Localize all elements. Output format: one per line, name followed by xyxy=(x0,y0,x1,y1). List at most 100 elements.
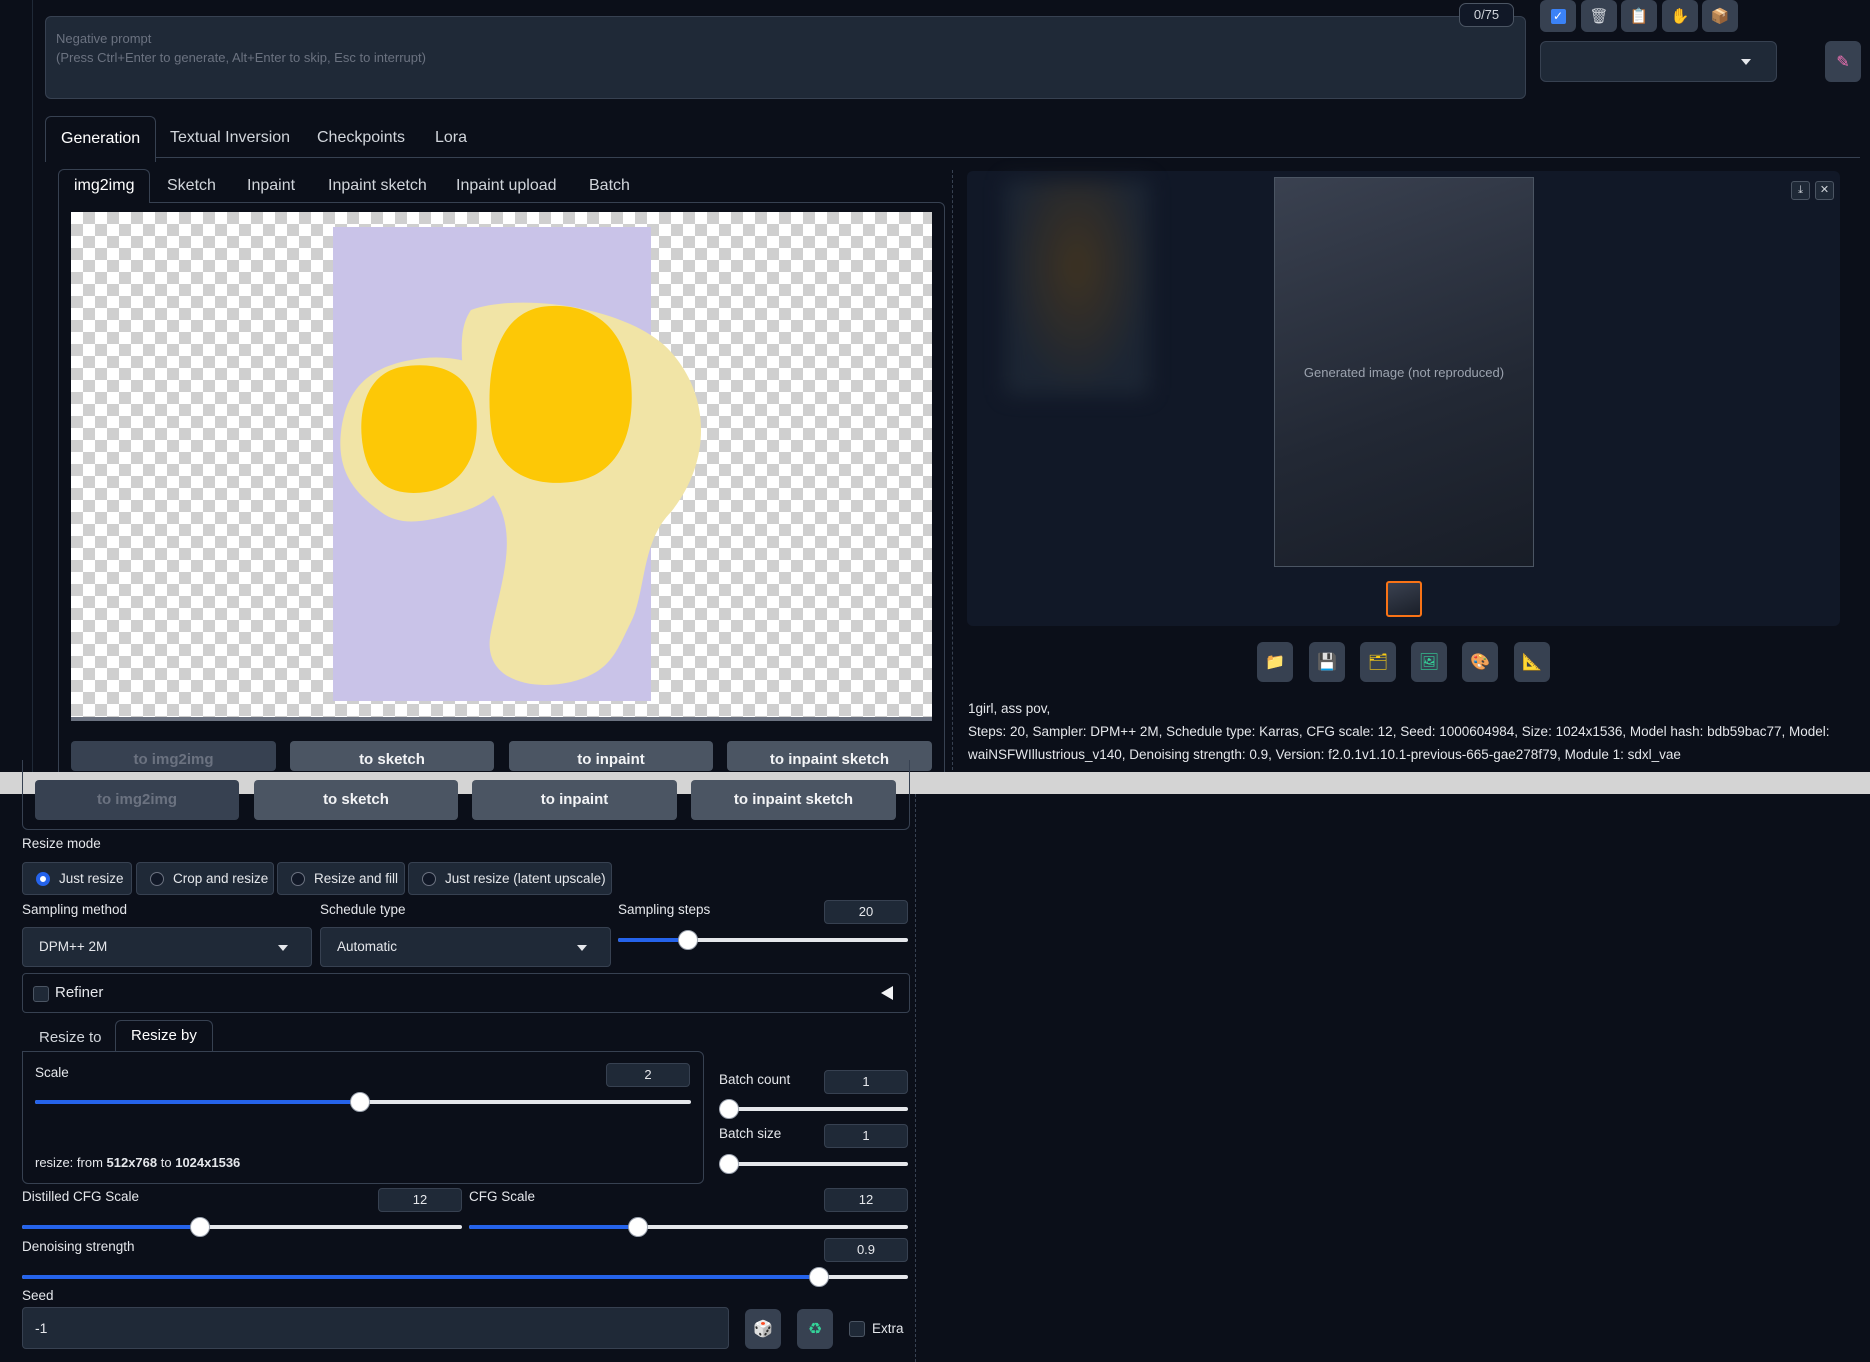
slider-thumb[interactable] xyxy=(349,1092,370,1112)
denoising-strength-input[interactable]: 0.9 xyxy=(824,1238,908,1262)
schedule-type-label: Schedule type xyxy=(320,902,406,917)
resize-mode-just-resize[interactable]: Just resize xyxy=(22,862,132,895)
tab-inpaint[interactable]: Inpaint xyxy=(247,177,295,195)
tab-inpaint-sketch[interactable]: Inpaint sketch xyxy=(328,177,427,195)
tab-sketch[interactable]: Sketch xyxy=(167,177,216,195)
close-button[interactable]: ✕ xyxy=(1815,181,1834,200)
clipboard-button[interactable]: 📋 xyxy=(1621,0,1657,32)
slider-thumb[interactable] xyxy=(809,1267,830,1287)
scale-label: Scale xyxy=(35,1065,69,1080)
radio-icon xyxy=(150,872,164,886)
refiner-label: Refiner xyxy=(55,984,104,1001)
image-icon: 🖼 xyxy=(1418,654,1440,671)
batch-count-slider[interactable] xyxy=(719,1099,908,1119)
negative-prompt-hint: (Press Ctrl+Enter to generate, Alt+Enter… xyxy=(56,50,426,65)
zip-button[interactable]: 🗂 xyxy=(1360,642,1396,682)
negative-prompt-input[interactable]: Negative prompt (Press Ctrl+Enter to gen… xyxy=(45,16,1526,99)
download-icon: ⤓ xyxy=(1798,184,1803,196)
tab-lora[interactable]: Lora xyxy=(435,129,467,147)
tab-generation[interactable]: Generation xyxy=(45,116,157,162)
hand-icon: ✋ xyxy=(1670,8,1690,25)
denoising-strength-slider[interactable] xyxy=(22,1267,908,1287)
dice-icon: 🎲 xyxy=(753,1321,773,1338)
sampling-method-value: DPM++ 2M xyxy=(39,939,108,954)
image-canvas[interactable] xyxy=(71,212,932,721)
slider-thumb[interactable] xyxy=(628,1217,648,1237)
folder-icon: 📁 xyxy=(1265,654,1285,671)
package-button[interactable]: 📦 xyxy=(1702,0,1738,32)
extra-seed-checkbox[interactable] xyxy=(849,1321,865,1337)
radio-label: Resize and fill xyxy=(314,871,399,886)
send-to-img2img-button-lower[interactable]: to img2img xyxy=(35,780,239,820)
gallery-background-preview xyxy=(1005,180,1149,395)
resize-mode-latent-upscale[interactable]: Just resize (latent upscale) xyxy=(408,862,612,895)
scale-input[interactable]: 2 xyxy=(606,1063,690,1087)
refiner-checkbox[interactable] xyxy=(33,986,49,1002)
extra-seed-label: Extra xyxy=(872,1321,904,1336)
distilled-cfg-input[interactable]: 12 xyxy=(378,1188,462,1212)
slider-thumb[interactable] xyxy=(677,930,698,950)
edit-styles-button[interactable]: ✎ xyxy=(1825,41,1861,82)
save-button[interactable]: 💾 xyxy=(1309,642,1345,682)
sampling-steps-input[interactable]: 20 xyxy=(824,900,908,924)
sampling-method-dropdown[interactable]: DPM++ 2M xyxy=(22,927,312,967)
send-to-sketch-button-lower[interactable]: to sketch xyxy=(254,780,458,820)
output-image[interactable]: Generated image (not reproduced) xyxy=(1274,177,1534,567)
resize-to: 1024x1536 xyxy=(175,1155,241,1170)
slider-thumb[interactable] xyxy=(719,1154,739,1174)
palette-icon: 🎨 xyxy=(1470,654,1490,671)
resize-info: resize: from 512x768 to 1024x1536 xyxy=(35,1155,240,1170)
send-to-img2img-output-button[interactable]: 🖼 xyxy=(1411,642,1447,682)
cfg-scale-slider[interactable] xyxy=(469,1217,908,1237)
tab-resize-by[interactable]: Resize by xyxy=(115,1020,213,1052)
package-icon: 📦 xyxy=(1710,8,1730,25)
styles-dropdown[interactable] xyxy=(1540,41,1777,82)
batch-count-input[interactable]: 1 xyxy=(824,1070,908,1094)
send-to-extras-button[interactable]: 📐 xyxy=(1514,642,1550,682)
tab-checkpoints[interactable]: Checkpoints xyxy=(317,129,405,147)
scale-slider[interactable] xyxy=(35,1092,691,1112)
generation-info: 1girl, ass pov, Steps: 20, Sampler: DPM+… xyxy=(968,697,1838,766)
resize-mode-resize-and-fill[interactable]: Resize and fill xyxy=(277,862,405,895)
sketch-drawing xyxy=(333,227,701,701)
hand-button[interactable]: ✋ xyxy=(1662,0,1698,32)
resize-mode-crop-and-resize[interactable]: Crop and resize xyxy=(136,862,274,895)
resize-info-prefix: resize: from xyxy=(35,1155,107,1170)
column-divider-lower xyxy=(915,794,916,1362)
slider-thumb[interactable] xyxy=(719,1099,739,1119)
trash-button[interactable]: 🗑 xyxy=(1581,0,1617,32)
sampling-method-label: Sampling method xyxy=(22,902,128,917)
batch-size-slider[interactable] xyxy=(719,1154,908,1174)
refiner-accordion[interactable]: Refiner xyxy=(22,973,910,1013)
batch-size-input[interactable]: 1 xyxy=(824,1124,908,1148)
tab-batch[interactable]: Batch xyxy=(589,177,630,195)
collapse-triangle-icon xyxy=(881,986,893,1000)
schedule-type-dropdown[interactable]: Automatic xyxy=(320,927,611,967)
send-to-inpaint-sketch-button-lower[interactable]: to inpaint sketch xyxy=(691,780,896,820)
tab-inpaint-upload[interactable]: Inpaint upload xyxy=(456,177,557,195)
generation-info-prompt: 1girl, ass pov, xyxy=(968,701,1051,716)
clipboard-icon: 📋 xyxy=(1629,8,1649,25)
checkbox-icon-button[interactable]: ✓ xyxy=(1540,0,1576,32)
open-folder-button[interactable]: 📁 xyxy=(1257,642,1293,682)
slider-thumb[interactable] xyxy=(190,1217,211,1237)
reuse-seed-button[interactable]: ♻ xyxy=(797,1309,833,1349)
download-button[interactable]: ⤓ xyxy=(1791,181,1810,200)
random-seed-button[interactable]: 🎲 xyxy=(745,1309,781,1349)
gallery-thumbnail[interactable] xyxy=(1386,581,1422,617)
trash-icon: 🗑 xyxy=(1589,8,1609,25)
radio-icon xyxy=(422,872,436,886)
zip-icon: 🗂 xyxy=(1367,654,1389,671)
tab-textual-inversion[interactable]: Textual Inversion xyxy=(170,129,290,147)
sampling-steps-slider[interactable] xyxy=(618,930,908,950)
chevron-down-icon xyxy=(278,945,288,951)
distilled-cfg-slider[interactable] xyxy=(22,1217,462,1237)
seed-input[interactable]: -1 xyxy=(22,1307,729,1349)
column-divider xyxy=(952,170,953,775)
tab-img2img[interactable]: img2img xyxy=(58,169,151,203)
send-to-inpaint-button-lower[interactable]: to inpaint xyxy=(472,780,677,820)
cfg-scale-input[interactable]: 12 xyxy=(824,1188,908,1212)
send-to-inpaint-output-button[interactable]: 🎨 xyxy=(1462,642,1498,682)
tab-resize-to[interactable]: Resize to xyxy=(39,1029,102,1046)
seed-label: Seed xyxy=(22,1288,54,1303)
